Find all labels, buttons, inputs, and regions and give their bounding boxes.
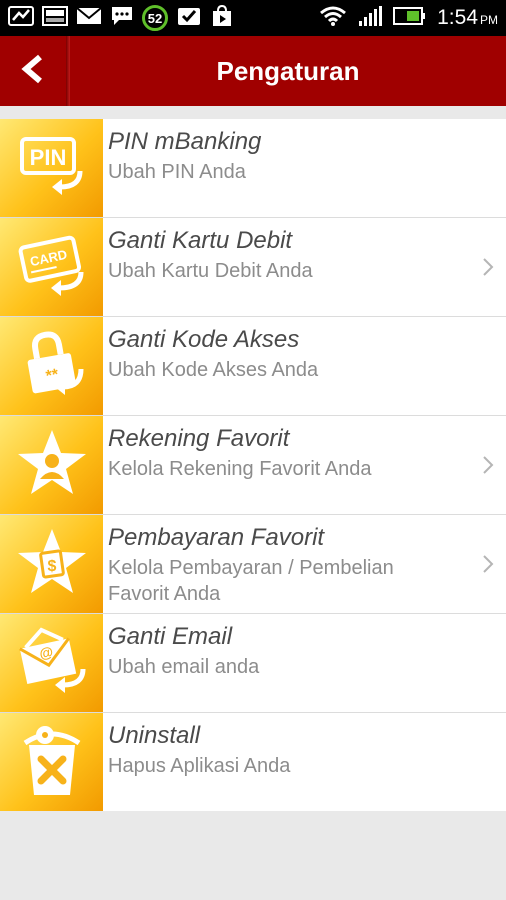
lock-icon-tile: ** [0,317,103,415]
uninstall-icon [19,721,85,804]
settings-item-ganti-email[interactable]: @ Ganti Email Ubah email anda [0,614,506,713]
system-icons: 1:54 PM [319,4,498,32]
missed-call-icon [8,5,34,32]
mail-icon [76,5,102,32]
wifi-icon [319,5,347,32]
settings-item-ganti-kartu-debit[interactable]: CARD Ganti Kartu Debit Ubah Kartu Debit … [0,218,506,317]
pin-icon: PIN [16,135,88,202]
svg-text:$: $ [47,558,56,575]
app-header: Pengaturan [0,36,506,106]
battery-icon [393,6,427,31]
uninstall-icon-tile [0,713,103,811]
card-icon-label: CARD [28,246,68,268]
pin-icon-tile: PIN [0,119,103,217]
star-dollar-icon: $ [14,526,90,603]
item-subtitle: Hapus Aplikasi Anda [108,755,291,777]
back-button[interactable] [0,36,66,106]
item-title: Uninstall [108,722,201,749]
store-icon [210,4,234,32]
item-subtitle: Kelola Pembayaran / Pembelian Favorit An… [108,557,394,605]
item-title: PIN mBanking [108,128,262,155]
settings-item-pin-mbanking[interactable]: PIN PIN mBanking Ubah PIN Anda [0,119,506,218]
clock-time: 1:54 [437,6,478,29]
item-title: Ganti Kode Akses [108,326,300,353]
notification-count-icon: 52 [142,5,168,31]
item-subtitle: Ubah PIN Anda [108,161,246,183]
chevron-right-icon [482,416,494,514]
back-arrow-icon [18,54,48,89]
item-subtitle: Ubah email anda [108,656,260,678]
notification-icons: 52 [8,4,234,32]
chat-icon [110,5,134,32]
settings-item-pembayaran-favorit[interactable]: $ Pembayaran Favorit Kelola Pembayaran /… [0,515,506,614]
item-title: Pembayaran Favorit [108,524,325,551]
item-title: Ganti Email [108,623,233,650]
page-title: Pengaturan [216,56,360,86]
card-icon-tile: CARD [0,218,103,316]
chevron-right-icon [482,218,494,316]
star-user-icon-tile [0,416,103,514]
star-user-icon [14,427,90,504]
photo-icon [42,5,68,32]
clock-ampm: PM [480,13,498,27]
status-bar: 52 1:54 PM [0,0,506,36]
svg-text:PIN: PIN [29,145,66,170]
item-subtitle: Ubah Kartu Debit Anda [108,260,313,282]
lock-icon: ** [17,329,87,404]
task-check-icon [176,5,202,32]
item-subtitle: Ubah Kode Akses Anda [108,359,319,381]
settings-list: PIN PIN mBanking Ubah PIN Anda CARD Gant… [0,119,506,811]
card-icon: CARD [15,234,89,301]
settings-item-ganti-kode-akses[interactable]: ** Ganti Kode Akses Ubah Kode Akses Anda [0,317,506,416]
email-icon: @ [15,625,89,702]
item-subtitle: Kelola Rekening Favorit Anda [108,458,372,480]
settings-item-rekening-favorit[interactable]: Rekening Favorit Kelola Rekening Favorit… [0,416,506,515]
settings-item-uninstall[interactable]: Uninstall Hapus Aplikasi Anda [0,713,506,811]
item-title: Rekening Favorit [108,425,290,452]
signal-icon [357,5,383,32]
chevron-right-icon [482,515,494,613]
item-title: Ganti Kartu Debit [108,227,293,254]
email-icon-tile: @ [0,614,103,712]
clock: 1:54 PM [437,6,498,30]
star-dollar-icon-tile: $ [0,515,103,613]
